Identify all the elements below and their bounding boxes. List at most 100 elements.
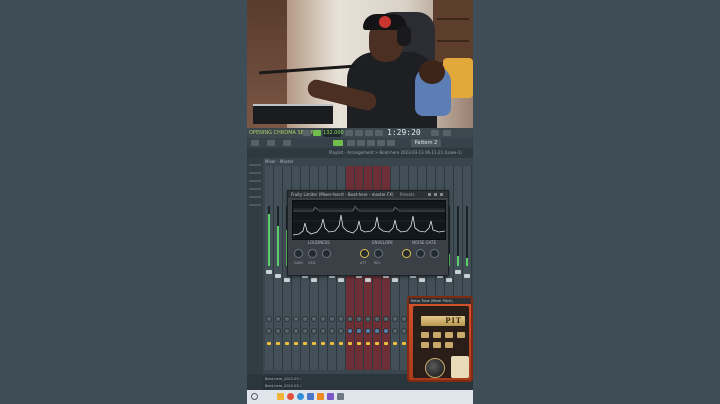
volume-fader[interactable] [338, 278, 344, 282]
route-led[interactable] [366, 342, 370, 345]
edge-icon[interactable] [297, 393, 304, 400]
stereo-knob[interactable] [275, 328, 281, 334]
envelope-release-knob[interactable] [374, 249, 383, 258]
ceiling-knob[interactable] [308, 249, 317, 258]
stereo-knob[interactable] [392, 328, 398, 334]
chrome-icon[interactable] [287, 393, 294, 400]
pan-knob[interactable] [320, 316, 326, 322]
route-led[interactable] [267, 342, 271, 345]
record-button[interactable] [345, 130, 353, 136]
pan-knob[interactable] [392, 316, 398, 322]
pan-knob[interactable] [293, 316, 299, 322]
mixer-strip[interactable] [274, 166, 283, 370]
gate-threshold-knob[interactable] [402, 249, 411, 258]
close-icon[interactable] [440, 193, 443, 196]
pan-knob[interactable] [365, 316, 371, 322]
volume-fader[interactable] [311, 278, 317, 282]
envelope-attack-knob[interactable] [360, 249, 369, 258]
metronome-button[interactable] [355, 130, 363, 136]
route-led[interactable] [402, 342, 406, 345]
piano-roll-button[interactable] [377, 140, 385, 146]
mixer-strip[interactable] [265, 166, 274, 370]
wait-button[interactable] [365, 130, 373, 136]
stereo-knob[interactable] [266, 328, 272, 334]
volume-fader[interactable] [392, 278, 398, 282]
mail-icon[interactable] [307, 393, 314, 400]
pan-knob[interactable] [383, 316, 389, 322]
pan-knob[interactable] [275, 316, 281, 322]
volume-fader[interactable] [419, 278, 425, 282]
route-led[interactable] [375, 342, 379, 345]
volume-fader[interactable] [266, 270, 272, 274]
pan-knob[interactable] [302, 316, 308, 322]
volume-fader[interactable] [365, 278, 371, 282]
pan-knob[interactable] [356, 316, 362, 322]
volume-fader[interactable] [284, 278, 290, 282]
stereo-knob[interactable] [311, 328, 317, 334]
browser-button[interactable] [347, 140, 355, 146]
store-icon[interactable] [327, 393, 334, 400]
stereo-knob[interactable] [383, 328, 389, 334]
channel-name[interactable]: Beat-here_2023-03-13 06-11 [263, 376, 301, 382]
stereo-knob[interactable] [329, 328, 335, 334]
stereo-knob[interactable] [365, 328, 371, 334]
pat-song-toggle[interactable] [303, 130, 311, 136]
browser-panel[interactable] [247, 158, 264, 374]
amp-drive-knob[interactable] [425, 358, 445, 378]
countdown-button[interactable] [375, 130, 383, 136]
master-volume-slider[interactable] [333, 140, 343, 146]
gate-release-knob[interactable] [416, 249, 425, 258]
stereo-knob[interactable] [338, 328, 344, 334]
play-button[interactable] [313, 130, 321, 136]
stereo-knob[interactable] [347, 328, 353, 334]
stereo-knob[interactable] [374, 328, 380, 334]
mixer-button[interactable] [367, 140, 375, 146]
route-led[interactable] [294, 342, 298, 345]
amp-switch-row-2[interactable] [421, 342, 465, 348]
pan-knob[interactable] [374, 316, 380, 322]
amp-titlebar[interactable]: Retro Tube (Mixer Pitch) [409, 298, 471, 304]
limiter-titlebar[interactable]: Fruity Limiter (Mixer-Insert - Beat-here… [288, 191, 448, 198]
pattern-selector[interactable]: Pattern 2 [411, 139, 441, 147]
tempo-display[interactable]: 132.000 [323, 129, 344, 137]
route-led[interactable] [321, 342, 325, 345]
paint-button[interactable] [283, 140, 291, 146]
volume-fader[interactable] [455, 270, 461, 274]
route-led[interactable] [339, 342, 343, 345]
snap-button[interactable] [251, 140, 259, 146]
route-led[interactable] [330, 342, 334, 345]
gain-knob[interactable] [294, 249, 303, 258]
route-led[interactable] [393, 342, 397, 345]
retro-amp-window[interactable]: Retro Tube (Mixer Pitch) PIT [407, 296, 473, 382]
file-explorer-icon[interactable] [277, 393, 284, 400]
fruity-limiter-window[interactable]: Fruity Limiter (Mixer-Insert - Beat-here… [287, 190, 449, 276]
stereo-knob[interactable] [356, 328, 362, 334]
playlist-button[interactable] [387, 140, 395, 146]
draw-button[interactable] [267, 140, 275, 146]
search-icon[interactable] [251, 393, 258, 400]
pan-knob[interactable] [338, 316, 344, 322]
stereo-knob[interactable] [320, 328, 326, 334]
route-led[interactable] [276, 342, 280, 345]
route-led[interactable] [312, 342, 316, 345]
pan-knob[interactable] [266, 316, 272, 322]
route-led[interactable] [384, 342, 388, 345]
stereo-knob[interactable] [284, 328, 290, 334]
route-led[interactable] [285, 342, 289, 345]
amp-switch-row-1[interactable] [421, 332, 465, 338]
route-led[interactable] [303, 342, 307, 345]
minimize-icon[interactable] [428, 193, 431, 196]
channel-rack-button[interactable] [357, 140, 365, 146]
volume-fader[interactable] [446, 278, 452, 282]
volume-fader[interactable] [464, 274, 470, 278]
volume-fader[interactable] [275, 274, 281, 278]
route-led[interactable] [348, 342, 352, 345]
gate-gain-knob[interactable] [430, 249, 439, 258]
settings-icon[interactable] [337, 393, 344, 400]
pan-knob[interactable] [284, 316, 290, 322]
limiter-presets[interactable]: Presets [400, 191, 415, 198]
stereo-knob[interactable] [293, 328, 299, 334]
stereo-knob[interactable] [302, 328, 308, 334]
attack-knob[interactable] [322, 249, 331, 258]
pan-knob[interactable] [311, 316, 317, 322]
